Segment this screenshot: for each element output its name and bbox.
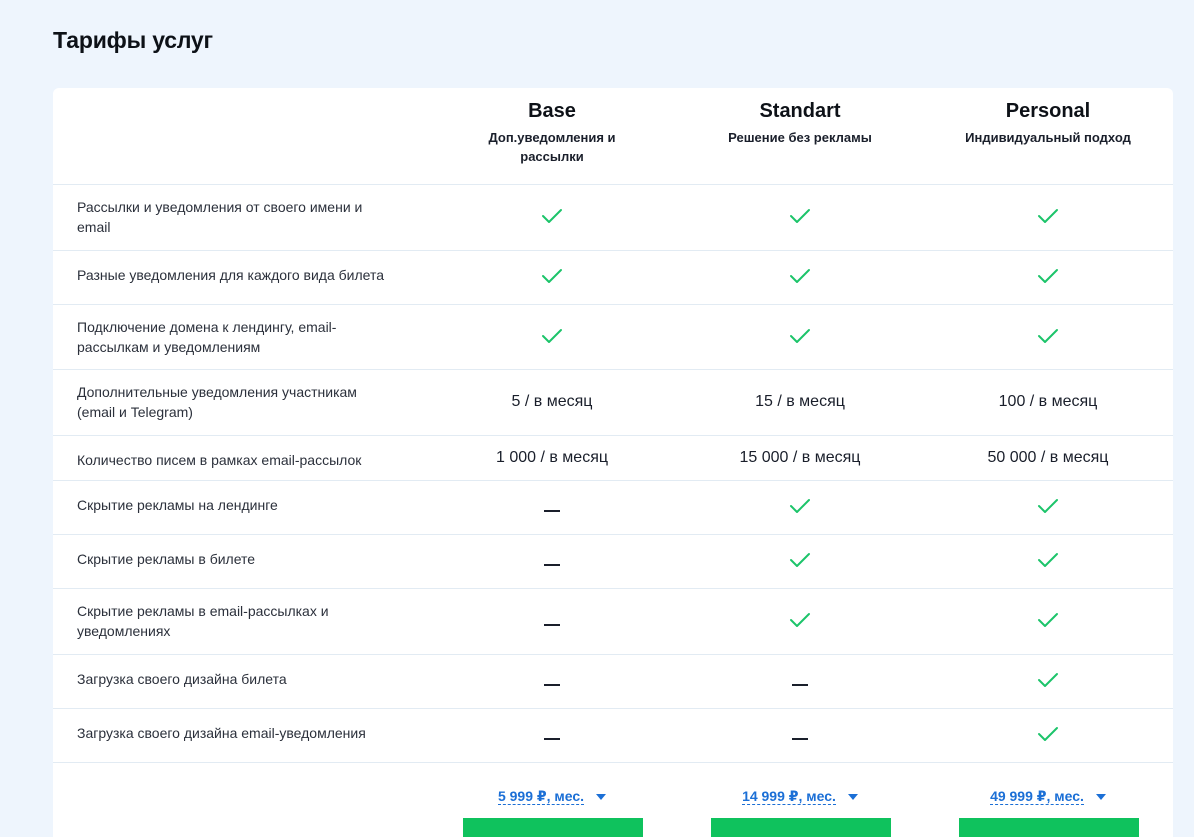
price-selector-personal[interactable]: 49 999 ₽, мес.	[928, 788, 1168, 806]
check-icon	[1038, 553, 1058, 567]
order-button-base[interactable]: ЗАКАЗАТЬ	[463, 818, 643, 837]
order-button-personal[interactable]: ЗАКАЗАТЬ	[959, 818, 1139, 837]
cell-value-base: 1 000 / в месяц	[495, 448, 609, 466]
plan-name: Standart	[759, 100, 841, 122]
dash-icon	[544, 563, 560, 566]
check-icon	[542, 269, 562, 283]
cell-value-personal: 100 / в месяц	[998, 393, 1098, 410]
tariffs-page: Тарифы услуг Base Доп.уведомления и расс…	[0, 0, 1194, 837]
cell-personal	[928, 672, 1168, 693]
check-icon	[790, 613, 810, 627]
plan-header-personal: Personal Индивидуальный подход	[928, 88, 1168, 185]
cell-base	[432, 556, 672, 574]
table-row: Количество писем в рамках email-рассылок…	[53, 436, 1173, 481]
check-icon	[790, 269, 810, 283]
cell-standart	[680, 552, 920, 573]
cell-base	[432, 730, 672, 748]
feature-label: Загрузка своего дизайна email-уведомлени…	[77, 725, 366, 741]
cell-base	[432, 676, 672, 694]
table-row: Загрузка своего дизайна билета	[53, 655, 1173, 709]
dash-icon	[792, 737, 808, 740]
feature-label: Загрузка своего дизайна билета	[77, 671, 287, 687]
dash-icon	[544, 737, 560, 740]
cell-value-personal: 50 000 / в месяц	[987, 448, 1109, 466]
cell-base	[432, 328, 672, 349]
price-label[interactable]: 49 999 ₽, мес.	[990, 788, 1084, 805]
cell-base	[432, 208, 672, 229]
price-selector-base[interactable]: 5 999 ₽, мес.	[432, 788, 672, 806]
table-row: Дополнительные уведомления участникам (e…	[53, 370, 1173, 436]
cell-personal	[928, 726, 1168, 747]
caret-down-icon[interactable]	[847, 793, 858, 800]
cell-personal	[928, 552, 1168, 573]
price-label[interactable]: 14 999 ₽, мес.	[742, 788, 836, 805]
plan-subtitle: Индивидуальный подход	[965, 130, 1131, 145]
cell-standart	[680, 730, 920, 748]
cell-personal	[928, 268, 1168, 289]
order-button-standart[interactable]: ЗАКАЗАТЬ	[711, 818, 891, 837]
check-icon	[1038, 209, 1058, 223]
check-icon	[1038, 269, 1058, 283]
cell-standart	[680, 328, 920, 349]
feature-label: Разные уведомления для каждого вида биле…	[77, 267, 385, 283]
cell-personal	[928, 328, 1168, 349]
feature-label: Скрытие рекламы в email-рассылках и увед…	[77, 603, 329, 639]
feature-label: Рассылки и уведомления от своего имени и…	[77, 199, 363, 235]
plan-name: Base	[528, 100, 576, 122]
check-icon	[1038, 613, 1058, 627]
plan-name: Personal	[1005, 100, 1091, 122]
cell-base	[432, 502, 672, 520]
feature-label: Подключение домена к лендингу, email-рас…	[77, 319, 337, 355]
check-icon	[790, 553, 810, 567]
cell-standart	[680, 208, 920, 229]
table-row: Скрытие рекламы на лендинге	[53, 481, 1173, 535]
dash-icon	[544, 683, 560, 686]
table-row: Скрытие рекламы в билете	[53, 535, 1173, 589]
cell-standart	[680, 268, 920, 289]
caret-down-icon[interactable]	[1095, 793, 1106, 800]
cell-base	[432, 268, 672, 289]
feature-label: Скрытие рекламы в билете	[77, 551, 256, 567]
feature-label: Количество писем в рамках email-рассылок	[77, 452, 362, 468]
plan-subtitle: Доп.уведомления и рассылки	[488, 130, 616, 164]
plan-header-base: Base Доп.уведомления и рассылки	[432, 88, 672, 185]
plan-header-standart: Standart Решение без рекламы	[680, 88, 920, 185]
cell-standart	[680, 676, 920, 694]
price-label[interactable]: 5 999 ₽, мес.	[497, 788, 585, 805]
check-icon	[790, 499, 810, 513]
check-icon	[1038, 673, 1058, 687]
check-icon	[790, 209, 810, 223]
check-icon	[1038, 499, 1058, 513]
plan-subtitle: Решение без рекламы	[728, 130, 872, 145]
table-row: Разные уведомления для каждого вида биле…	[53, 251, 1173, 305]
table-row: Рассылки и уведомления от своего имени и…	[53, 185, 1173, 251]
cell-personal	[928, 612, 1168, 633]
feature-label: Дополнительные уведомления участникам (e…	[77, 384, 357, 420]
check-icon	[790, 328, 810, 343]
page-title: Тарифы услуг	[53, 27, 213, 53]
dash-icon	[544, 509, 560, 512]
table-row: Подключение домена к лендингу, email-рас…	[53, 305, 1173, 370]
cell-standart	[680, 612, 920, 633]
dash-icon	[544, 623, 560, 626]
cell-base	[432, 616, 672, 634]
table-row: Скрытие рекламы в email-рассылках и увед…	[53, 589, 1173, 655]
check-icon	[1038, 328, 1058, 343]
cell-standart	[680, 498, 920, 519]
check-icon	[1038, 727, 1058, 741]
caret-down-icon[interactable]	[596, 793, 607, 800]
check-icon	[542, 328, 562, 343]
price-selector-standart[interactable]: 14 999 ₽, мес.	[680, 788, 920, 806]
tariffs-table: Base Доп.уведомления и рассылки Standart…	[53, 88, 1173, 837]
table-row: Загрузка своего дизайна email-уведомлени…	[53, 709, 1173, 763]
cell-personal	[928, 498, 1168, 519]
cell-value-standart: 15 000 / в месяц	[739, 448, 861, 466]
feature-label: Скрытие рекламы на лендинге	[77, 497, 278, 513]
check-icon	[542, 209, 562, 223]
dash-icon	[792, 683, 808, 686]
cell-value-standart: 15 / в месяц	[755, 393, 845, 410]
cell-value-base: 5 / в месяц	[511, 393, 593, 410]
cell-personal	[928, 208, 1168, 229]
